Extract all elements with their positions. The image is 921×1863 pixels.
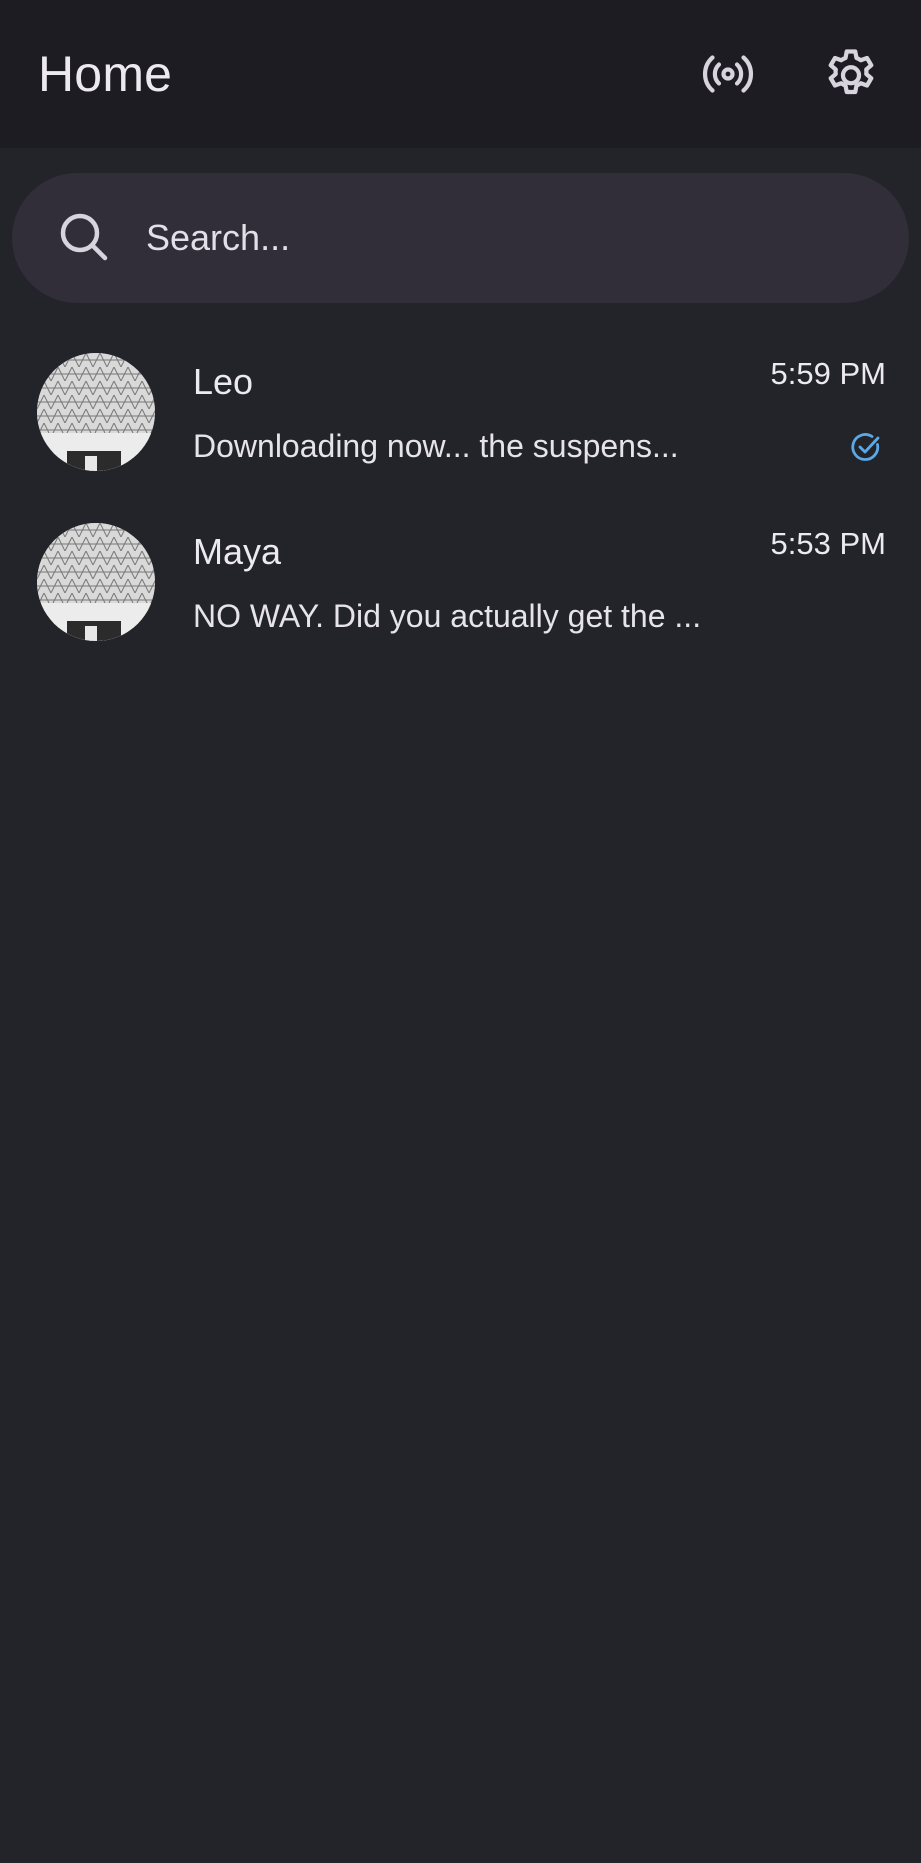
broadcast-button[interactable] [692, 38, 764, 110]
avatar [37, 523, 155, 641]
message-time: 5:59 PM [770, 356, 886, 391]
top-app-bar: Home [0, 0, 921, 148]
app-screen: Home Search... Leo 5:59 PM Downloading n… [0, 0, 921, 1863]
settings-button[interactable] [815, 38, 887, 110]
message-preview: Downloading now... the suspens... [193, 428, 679, 464]
gear-icon [828, 49, 874, 95]
contact-name: Maya [193, 531, 282, 572]
check-circle-icon [851, 433, 880, 461]
chat-list: Leo 5:59 PM Downloading now... the suspe… [0, 338, 921, 678]
page-title: Home [38, 46, 173, 102]
chat-list-item-leo[interactable]: Leo 5:59 PM Downloading now... the suspe… [0, 338, 921, 508]
search-input[interactable] [146, 205, 866, 271]
search-icon [60, 213, 108, 261]
message-preview: NO WAY. Did you actually get the ... [193, 598, 702, 634]
broadcast-icon [702, 55, 754, 93]
search-bar[interactable] [12, 173, 909, 303]
contact-name: Leo [193, 361, 254, 402]
avatar [37, 353, 155, 471]
chat-list-item-maya[interactable]: Maya 5:53 PM NO WAY. Did you actually ge… [0, 508, 921, 678]
message-time: 5:53 PM [770, 526, 886, 561]
